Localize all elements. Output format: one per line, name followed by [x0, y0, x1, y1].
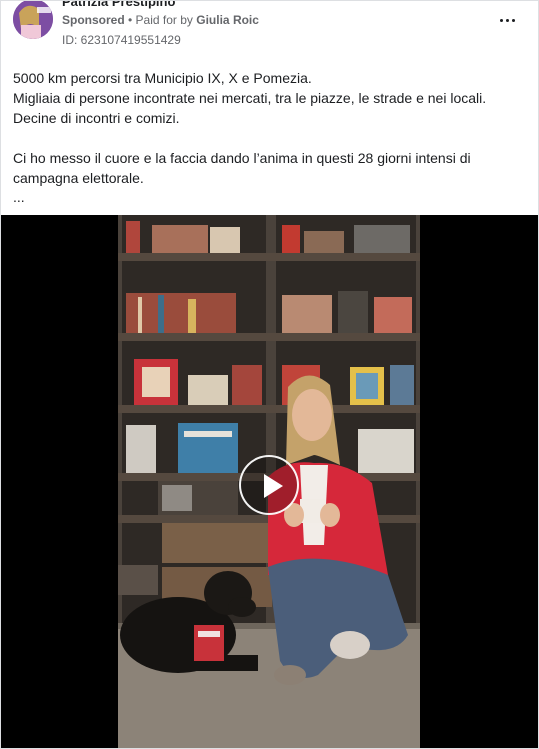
ad-card: Patrizia Prestipino Sponsored • Paid for…: [0, 0, 539, 749]
paid-for-prefix: • Paid for by: [128, 13, 193, 27]
sponsored-label: Sponsored: [62, 13, 125, 27]
play-button[interactable]: [239, 455, 299, 515]
more-options-button[interactable]: [496, 9, 518, 31]
ad-video[interactable]: [0, 215, 539, 749]
see-more-ellipsis[interactable]: ...: [13, 189, 25, 205]
body-line: 5000 km percorsi tra Municipio IX, X e P…: [13, 70, 312, 86]
ad-body-text: 5000 km percorsi tra Municipio IX, X e P…: [13, 68, 528, 188]
body-line: campagna elettorale.: [13, 170, 144, 186]
play-icon: [264, 474, 283, 498]
advertiser-avatar[interactable]: [13, 0, 53, 39]
sponsorship-line: Sponsored • Paid for by Giulia Roic: [62, 13, 259, 27]
body-line: Migliaia di persone incontrate nei merca…: [13, 90, 487, 106]
paid-for-name: Giulia Roic: [196, 13, 259, 27]
body-line: Decine di incontri e comizi.: [13, 110, 180, 126]
advertiser-name[interactable]: Patrizia Prestipino: [62, 0, 175, 9]
ad-id: ID: 623107419551429: [62, 33, 181, 47]
body-line: Ci ho messo il cuore e la faccia dando l…: [13, 150, 471, 166]
more-horizontal-icon: [498, 18, 516, 22]
